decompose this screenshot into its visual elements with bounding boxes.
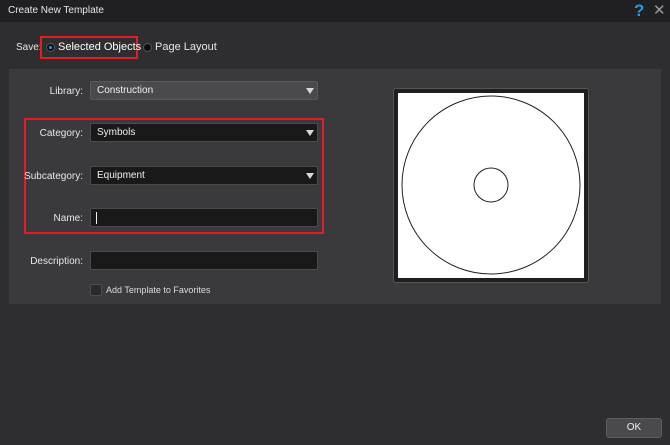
title-bar: Create New Template ? ✕ (0, 0, 670, 22)
selected-objects-radio[interactable] (46, 43, 55, 52)
category-dropdown[interactable]: Symbols (90, 123, 318, 142)
preview-concentric-circles-icon (398, 93, 584, 278)
category-value: Symbols (97, 127, 136, 138)
selected-objects-label[interactable]: Selected Objects (58, 41, 141, 53)
radio-selected-dot (49, 46, 52, 49)
text-caret (96, 212, 97, 224)
subcategory-label: Subcategory: (24, 171, 83, 182)
template-preview (393, 88, 589, 283)
chevron-down-icon (306, 88, 314, 94)
favorites-label[interactable]: Add Template to Favorites (106, 285, 210, 295)
library-dropdown[interactable]: Construction (90, 81, 318, 100)
save-label: Save: (16, 42, 42, 53)
close-icon[interactable]: ✕ (653, 2, 666, 19)
favorites-checkbox[interactable] (90, 284, 102, 296)
description-label: Description: (30, 256, 83, 267)
library-value: Construction (97, 85, 154, 96)
save-options-row: Save: Selected Objects Page Layout (0, 22, 670, 66)
help-icon[interactable]: ? (634, 1, 644, 20)
chevron-down-icon (306, 130, 314, 136)
description-input[interactable] (90, 251, 318, 270)
subcategory-dropdown[interactable]: Equipment (90, 166, 318, 185)
library-label: Library: (49, 86, 83, 97)
name-label: Name: (53, 213, 83, 224)
name-input[interactable] (90, 208, 318, 227)
window-title: Create New Template (8, 5, 104, 16)
category-label: Category: (39, 128, 83, 139)
ok-button[interactable]: OK (606, 418, 662, 438)
subcategory-value: Equipment (97, 170, 145, 181)
chevron-down-icon (306, 173, 314, 179)
page-layout-label[interactable]: Page Layout (155, 41, 217, 53)
page-layout-radio[interactable] (143, 43, 152, 52)
